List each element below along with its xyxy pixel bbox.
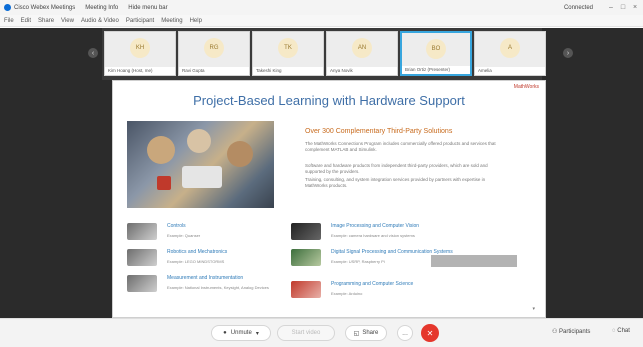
- feature-link[interactable]: Example: Arduino: [331, 291, 362, 296]
- menu-help[interactable]: Help: [190, 18, 202, 24]
- participant-tile[interactable]: AN Anya Novik: [326, 31, 398, 76]
- avatar: AN: [352, 38, 372, 58]
- feature-measurement: Measurement and Instrumentation Example:…: [127, 273, 317, 295]
- connectivity-status[interactable]: Connected: [564, 5, 593, 11]
- feature-title: Programming and Computer Science: [331, 281, 414, 287]
- close-icon[interactable]: ×: [631, 4, 639, 11]
- solutions-heading: Over 300 Complementary Third-Party Solut…: [305, 128, 453, 135]
- feature-robotics: Robotics and Mechatronics Example: LEGO …: [127, 247, 317, 269]
- participants-icon: ⚇: [552, 329, 560, 335]
- avatar: A: [500, 38, 520, 58]
- title-bar: Cisco Webex Meetings Meeting Info Hide m…: [0, 0, 643, 15]
- avatar: BO: [426, 39, 446, 59]
- feature-controls: Controls Example: Quanser: [127, 221, 317, 243]
- participant-name: Brian Ortiz (Presenter): [402, 66, 470, 74]
- participant-strip: KH Kim Hoang (Host, me) RG Ravi Gupta TK…: [102, 28, 546, 80]
- participant-name: Kim Hoang (Host, me): [105, 67, 175, 75]
- share-icon: ◱: [353, 330, 360, 337]
- share-label: Share: [362, 330, 379, 336]
- feature-link[interactable]: Example: camera hardware and vision syst…: [331, 233, 415, 238]
- maximize-icon[interactable]: □: [619, 4, 627, 11]
- microcontroller-icon: [291, 281, 321, 298]
- participants-label: Participants: [559, 329, 591, 335]
- menu-share[interactable]: Share: [38, 18, 54, 24]
- feature-title: Measurement and Instrumentation: [167, 275, 244, 281]
- feature-title: Robotics and Mechatronics: [167, 249, 228, 255]
- participants-button[interactable]: ⚇ Participants: [552, 328, 590, 335]
- participant-name: Ravi Gupta: [179, 67, 249, 75]
- meeting-info-link[interactable]: Meeting Info: [85, 5, 118, 11]
- share-button[interactable]: ◱ Share: [345, 325, 387, 341]
- bullet-item: Training, consulting, and system integra…: [305, 177, 486, 188]
- feature-link[interactable]: Example: Quanser: [167, 233, 200, 238]
- robot-icon: [127, 249, 157, 266]
- shared-content-slide: MathWorks Project-Based Learning with Ha…: [112, 80, 546, 318]
- participant-tile[interactable]: A Amelia: [474, 31, 546, 76]
- feature-link[interactable]: Example: LEGO MINDSTORMS: [167, 259, 224, 264]
- feature-link[interactable]: Example: National Instruments, Keysight,…: [167, 285, 269, 290]
- menu-edit[interactable]: Edit: [21, 18, 31, 24]
- start-video-label: Start video: [291, 330, 321, 336]
- chat-button[interactable]: ◌ Chat: [612, 328, 630, 334]
- app-title: Cisco Webex Meetings: [14, 4, 76, 11]
- participant-name: Amelia: [475, 67, 545, 75]
- slide-scroll-icon[interactable]: ▾: [532, 306, 535, 312]
- circuit-board-icon: [291, 249, 321, 266]
- participant-tile[interactable]: TK Takeshi King: [252, 31, 324, 76]
- menu-meeting[interactable]: Meeting: [161, 18, 182, 24]
- menu-participant[interactable]: Participant: [126, 18, 154, 24]
- participant-name: Anya Novik: [327, 67, 397, 75]
- end-meeting-button[interactable]: ✕: [421, 324, 439, 342]
- menu-file[interactable]: File: [4, 18, 14, 24]
- microphone-icon: ●: [223, 330, 227, 336]
- hide-menu-bar-toggle[interactable]: Hide menu bar: [128, 5, 167, 11]
- feature-programming: Programming and Computer Science Example…: [291, 279, 481, 301]
- redacted-region: [431, 255, 517, 267]
- feature-link[interactable]: Example: USRP, Raspberry Pi: [331, 259, 385, 264]
- chat-label: Chat: [617, 328, 630, 334]
- feature-title: Controls: [167, 223, 186, 229]
- participant-tile[interactable]: RG Ravi Gupta: [178, 31, 250, 76]
- avatar: TK: [278, 38, 298, 58]
- avatar: RG: [204, 38, 224, 58]
- strip-next-icon[interactable]: ›: [563, 48, 573, 58]
- menu-bar: File Edit Share View Audio & Video Parti…: [0, 15, 643, 27]
- controls-hardware-icon: [127, 223, 157, 240]
- unmute-button[interactable]: ● Unmute ▾: [211, 325, 271, 341]
- instrument-icon: [127, 275, 157, 292]
- participant-tile-active[interactable]: BO Brian Ortiz (Presenter): [400, 31, 472, 76]
- slide-title: Project-Based Learning with Hardware Sup…: [193, 93, 465, 108]
- bullet-item: Software and hardware products from inde…: [305, 163, 488, 174]
- minimize-icon[interactable]: –: [607, 4, 615, 11]
- start-video-button[interactable]: Start video: [277, 325, 335, 341]
- more-options-button[interactable]: ...: [397, 325, 413, 341]
- participant-tile[interactable]: KH Kim Hoang (Host, me): [104, 31, 176, 76]
- camera-icon: [291, 223, 321, 240]
- feature-title: Image Processing and Computer Vision: [331, 223, 420, 229]
- webex-logo-icon: [4, 4, 11, 11]
- strip-prev-icon[interactable]: ‹: [88, 48, 98, 58]
- participant-name: Takeshi King: [253, 67, 323, 75]
- menu-view[interactable]: View: [61, 18, 74, 24]
- solutions-description: The MathWorks Connections Program includ…: [305, 141, 496, 152]
- unmute-label: Unmute: [230, 330, 252, 336]
- meeting-controls-bar: ● Unmute ▾ Start video ◱ Share ... ✕ ⚇ P…: [0, 318, 643, 347]
- solutions-bullets: Software and hardware products from inde…: [305, 163, 505, 191]
- students-photo: [127, 121, 274, 208]
- feature-image-processing: Image Processing and Computer Vision Exa…: [291, 221, 481, 243]
- avatar: KH: [130, 38, 150, 58]
- brand-logo: MathWorks: [513, 84, 539, 90]
- menu-audio-video[interactable]: Audio & Video: [81, 18, 119, 24]
- chevron-down-icon: ▾: [255, 330, 259, 337]
